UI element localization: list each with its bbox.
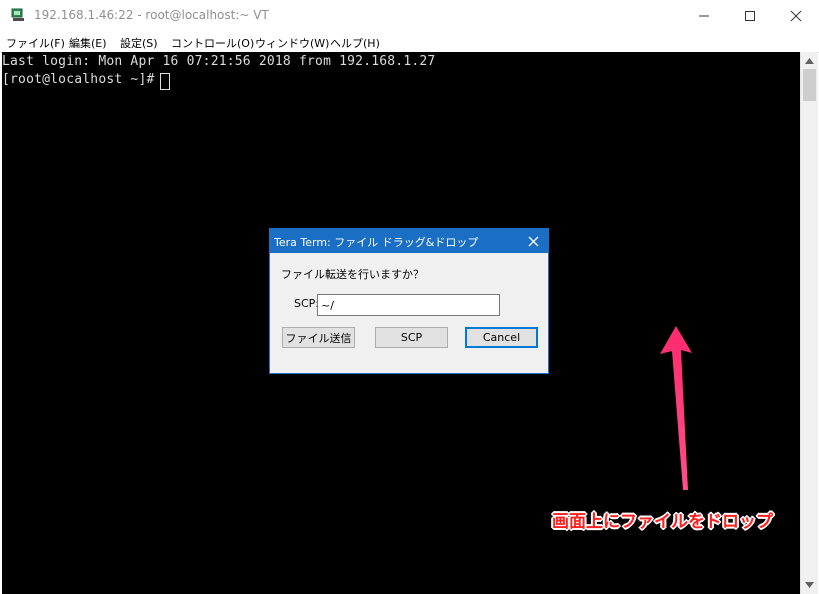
file-send-button[interactable]: ファイル送信 (282, 327, 355, 348)
close-button[interactable] (773, 0, 819, 32)
transfer-prompt: ファイル転送を行いますか？ (281, 268, 424, 281)
minimize-icon (699, 15, 709, 17)
scroll-down-button[interactable] (801, 576, 818, 593)
close-icon (528, 236, 538, 246)
menu-bar: ファイル(F) 編集(E) 設定(S) コントロール(O) ウィンドウ(W) ヘ… (0, 32, 819, 53)
teraterm-app-icon (11, 8, 24, 21)
menu-control[interactable]: コントロール(O) (171, 35, 254, 51)
dialog-title-bar[interactable]: Tera Term: ファイル ドラッグ&ドロップ (270, 229, 548, 253)
vertical-scrollbar[interactable] (800, 52, 818, 594)
pointer-arrow-icon (660, 326, 692, 490)
scroll-thumb[interactable] (803, 69, 816, 101)
maximize-icon (745, 11, 755, 21)
scroll-up-button[interactable] (801, 52, 818, 69)
menu-help[interactable]: ヘルプ(H) (330, 35, 380, 51)
menu-window[interactable]: ウィンドウ(W) (255, 35, 329, 51)
scp-destination-input[interactable] (317, 294, 500, 316)
terminal-cursor (160, 73, 170, 90)
title-bar[interactable]: 192.168.1.46:22 - root@localhost:~ VT (0, 0, 819, 32)
close-icon (790, 10, 802, 22)
menu-edit[interactable]: 編集(E) (69, 35, 107, 51)
file-drop-dialog: Tera Term: ファイル ドラッグ&ドロップ ファイル転送を行いますか？ … (269, 228, 549, 374)
scroll-down-icon (805, 581, 814, 588)
scroll-up-icon (805, 57, 814, 64)
maximize-button[interactable] (727, 0, 773, 32)
cancel-button[interactable]: Cancel (465, 327, 538, 348)
teraterm-window: 192.168.1.46:22 - root@localhost:~ VT ファ… (0, 0, 819, 594)
menu-settings[interactable]: 設定(S) (120, 35, 158, 51)
dialog-close-button[interactable] (518, 229, 548, 253)
minimize-button[interactable] (681, 0, 727, 32)
scp-button[interactable]: SCP (375, 327, 448, 348)
scp-label: SCP: (294, 297, 320, 310)
drop-annotation: 画面上にファイルをドロップ (552, 512, 773, 532)
window-title: 192.168.1.46:22 - root@localhost:~ VT (34, 8, 269, 22)
terminal-line-login: Last login: Mon Apr 16 07:21:56 2018 fro… (2, 54, 436, 69)
menu-file[interactable]: ファイル(F) (6, 35, 65, 51)
terminal-line-prompt: [root@localhost ~]# (2, 72, 163, 87)
dialog-title: Tera Term: ファイル ドラッグ&ドロップ (274, 236, 479, 249)
